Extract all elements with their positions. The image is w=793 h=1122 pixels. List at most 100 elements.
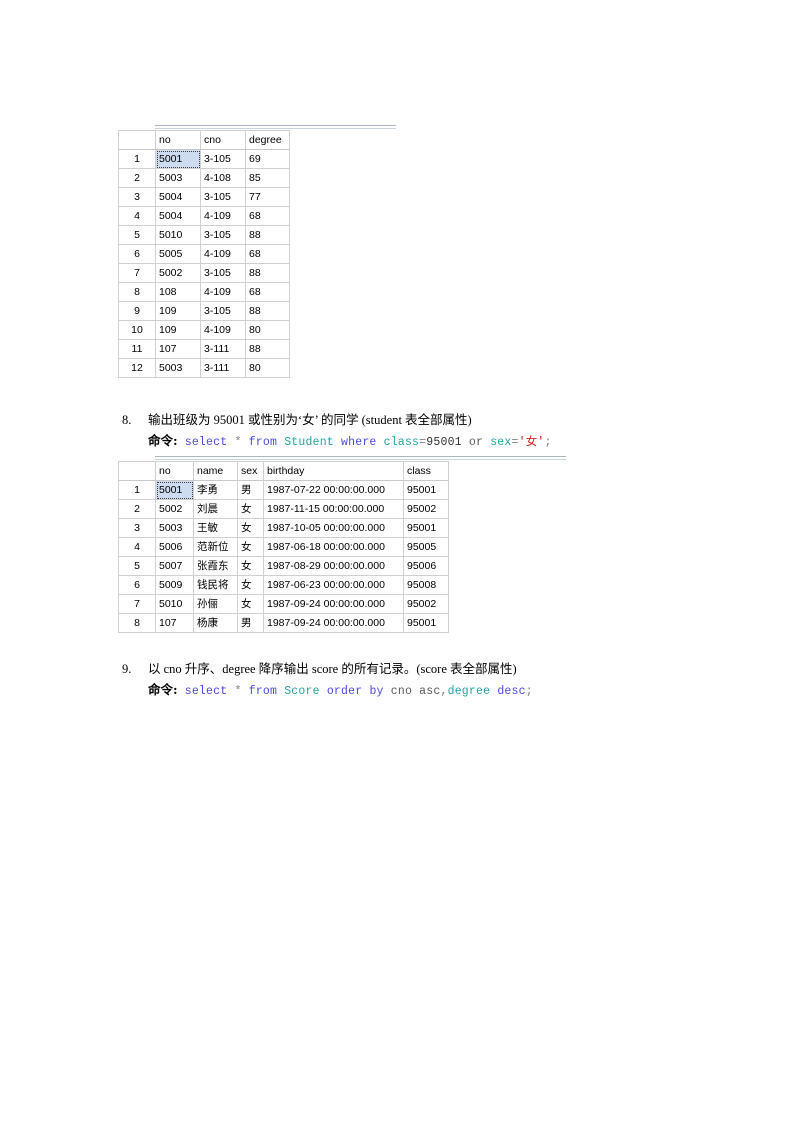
table-cell[interactable]: 11 bbox=[118, 339, 156, 359]
table-cell[interactable]: 95001 bbox=[403, 518, 449, 538]
table-row[interactable]: 8 107 杨康男 1987-09-24 00:00:00.000 95001 bbox=[118, 613, 449, 633]
column-header-name[interactable]: name bbox=[193, 461, 238, 481]
table-cell[interactable]: 8 bbox=[118, 613, 156, 633]
table-cell[interactable]: 10 bbox=[118, 320, 156, 340]
column-header-birthday[interactable]: birthday bbox=[263, 461, 404, 481]
table-row[interactable]: 4 5004 4-109 68 bbox=[118, 206, 290, 226]
table-row[interactable]: 11 107 3-111 88 bbox=[118, 339, 290, 359]
table-cell[interactable]: 5002 bbox=[155, 499, 194, 519]
table-cell[interactable]: 12 bbox=[118, 358, 156, 378]
table-cell[interactable]: 5003 bbox=[155, 358, 201, 378]
table-row[interactable]: 3 5004 3-105 77 bbox=[118, 187, 290, 207]
table-cell[interactable]: 3 bbox=[118, 187, 156, 207]
table-cell[interactable]: 1987-11-15 00:00:00.000 bbox=[263, 499, 404, 519]
table-cell[interactable]: 85 bbox=[245, 168, 290, 188]
table-cell[interactable]: 68 bbox=[245, 282, 290, 302]
table-cell[interactable]: 95006 bbox=[403, 556, 449, 576]
table-cell[interactable]: 孙俪 bbox=[193, 594, 238, 614]
table-cell[interactable]: 女 bbox=[237, 575, 264, 595]
table-cell[interactable]: 女 bbox=[237, 537, 264, 557]
table-cell[interactable]: 5010 bbox=[155, 225, 201, 245]
table-cell[interactable]: 4-109 bbox=[200, 282, 246, 302]
table-cell[interactable]: 5004 bbox=[155, 187, 201, 207]
table-cell[interactable]: 5003 bbox=[155, 518, 194, 538]
table-row[interactable]: 1 5001 3-105 69 bbox=[118, 149, 290, 169]
table-cell[interactable]: 3-105 bbox=[200, 263, 246, 283]
table-row[interactable]: 5 5007 张霞东女 1987-08-29 00:00:00.000 95006 bbox=[118, 556, 449, 576]
table-cell[interactable]: 男 bbox=[237, 480, 264, 500]
table-cell[interactable]: 88 bbox=[245, 225, 290, 245]
table-cell[interactable]: 2 bbox=[118, 168, 156, 188]
selected-cell[interactable]: 5001 bbox=[155, 149, 201, 169]
table-row[interactable]: 12 5003 3-111 80 bbox=[118, 358, 290, 378]
table-cell[interactable]: 6 bbox=[118, 575, 156, 595]
table-row[interactable]: 7 5010 孙俪女 1987-09-24 00:00:00.000 95002 bbox=[118, 594, 449, 614]
table-cell[interactable]: 9 bbox=[118, 301, 156, 321]
table-cell[interactable]: 5 bbox=[118, 225, 156, 245]
table-cell[interactable]: 1 bbox=[118, 149, 156, 169]
table-cell[interactable]: 女 bbox=[237, 556, 264, 576]
table-cell[interactable]: 张霞东 bbox=[193, 556, 238, 576]
table-cell[interactable]: 5010 bbox=[155, 594, 194, 614]
table-cell[interactable]: 5003 bbox=[155, 168, 201, 188]
table-row[interactable]: 10 109 4-109 80 bbox=[118, 320, 290, 340]
column-header-rownum[interactable] bbox=[118, 461, 156, 481]
table-cell[interactable]: 4-109 bbox=[200, 244, 246, 264]
table-cell[interactable]: 范新位 bbox=[193, 537, 238, 557]
table-cell[interactable]: 女 bbox=[237, 518, 264, 538]
table-cell[interactable]: 109 bbox=[155, 320, 201, 340]
table-cell[interactable]: 80 bbox=[245, 358, 290, 378]
table-cell[interactable]: 杨康 bbox=[193, 613, 238, 633]
column-header-no[interactable]: no bbox=[155, 461, 194, 481]
table-cell[interactable]: 68 bbox=[245, 244, 290, 264]
table-cell[interactable]: 95005 bbox=[403, 537, 449, 557]
table-cell[interactable]: 3-105 bbox=[200, 301, 246, 321]
table-cell[interactable]: 8 bbox=[118, 282, 156, 302]
table-cell[interactable]: 1987-09-24 00:00:00.000 bbox=[263, 594, 404, 614]
table-cell[interactable]: 5005 bbox=[155, 244, 201, 264]
table-cell[interactable]: 3-111 bbox=[200, 339, 246, 359]
table-cell[interactable]: 7 bbox=[118, 594, 156, 614]
table-cell[interactable]: 77 bbox=[245, 187, 290, 207]
table-cell[interactable]: 108 bbox=[155, 282, 201, 302]
table-cell[interactable]: 刘晨 bbox=[193, 499, 238, 519]
column-header-cno[interactable]: cno bbox=[200, 130, 246, 150]
table-cell[interactable]: 1 bbox=[118, 480, 156, 500]
table-row[interactable]: 2 5003 4-108 85 bbox=[118, 168, 290, 188]
table-cell[interactable]: 5007 bbox=[155, 556, 194, 576]
table-cell[interactable]: 95001 bbox=[403, 613, 449, 633]
table-cell[interactable]: 95002 bbox=[403, 499, 449, 519]
table-cell[interactable]: 1987-10-05 00:00:00.000 bbox=[263, 518, 404, 538]
table-cell[interactable]: 107 bbox=[155, 613, 194, 633]
table-cell[interactable]: 107 bbox=[155, 339, 201, 359]
table-cell[interactable]: 88 bbox=[245, 339, 290, 359]
column-header-no[interactable]: no bbox=[155, 130, 201, 150]
table-row[interactable]: 5 5010 3-105 88 bbox=[118, 225, 290, 245]
table-cell[interactable]: 男 bbox=[237, 613, 264, 633]
table-cell[interactable]: 7 bbox=[118, 263, 156, 283]
table-row[interactable]: 2 5002 刘晨女 1987-11-15 00:00:00.000 95002 bbox=[118, 499, 449, 519]
table-cell[interactable]: 3-105 bbox=[200, 225, 246, 245]
table-cell[interactable]: 女 bbox=[237, 499, 264, 519]
table-cell[interactable]: 4 bbox=[118, 206, 156, 226]
table-cell[interactable]: 88 bbox=[245, 263, 290, 283]
table-row[interactable]: 3 5003 王敏女 1987-10-05 00:00:00.000 95001 bbox=[118, 518, 449, 538]
table-cell[interactable]: 4-109 bbox=[200, 206, 246, 226]
table-row[interactable]: 7 5002 3-105 88 bbox=[118, 263, 290, 283]
table-cell[interactable]: 88 bbox=[245, 301, 290, 321]
table-cell[interactable]: 4-108 bbox=[200, 168, 246, 188]
table-cell[interactable]: 1987-09-24 00:00:00.000 bbox=[263, 613, 404, 633]
table-cell[interactable]: 95001 bbox=[403, 480, 449, 500]
table-cell[interactable]: 3-111 bbox=[200, 358, 246, 378]
selected-cell[interactable]: 5001 bbox=[155, 480, 194, 500]
table-cell[interactable]: 1987-08-29 00:00:00.000 bbox=[263, 556, 404, 576]
table-cell[interactable]: 1987-06-18 00:00:00.000 bbox=[263, 537, 404, 557]
table-cell[interactable]: 1987-07-22 00:00:00.000 bbox=[263, 480, 404, 500]
table-cell[interactable]: 6 bbox=[118, 244, 156, 264]
table-row[interactable]: 1 5001 李勇男 1987-07-22 00:00:00.000 95001 bbox=[118, 480, 449, 500]
table-cell[interactable]: 2 bbox=[118, 499, 156, 519]
table-cell[interactable]: 4 bbox=[118, 537, 156, 557]
column-header-sex[interactable]: sex bbox=[237, 461, 264, 481]
table-cell[interactable]: 95002 bbox=[403, 594, 449, 614]
table-cell[interactable]: 5002 bbox=[155, 263, 201, 283]
